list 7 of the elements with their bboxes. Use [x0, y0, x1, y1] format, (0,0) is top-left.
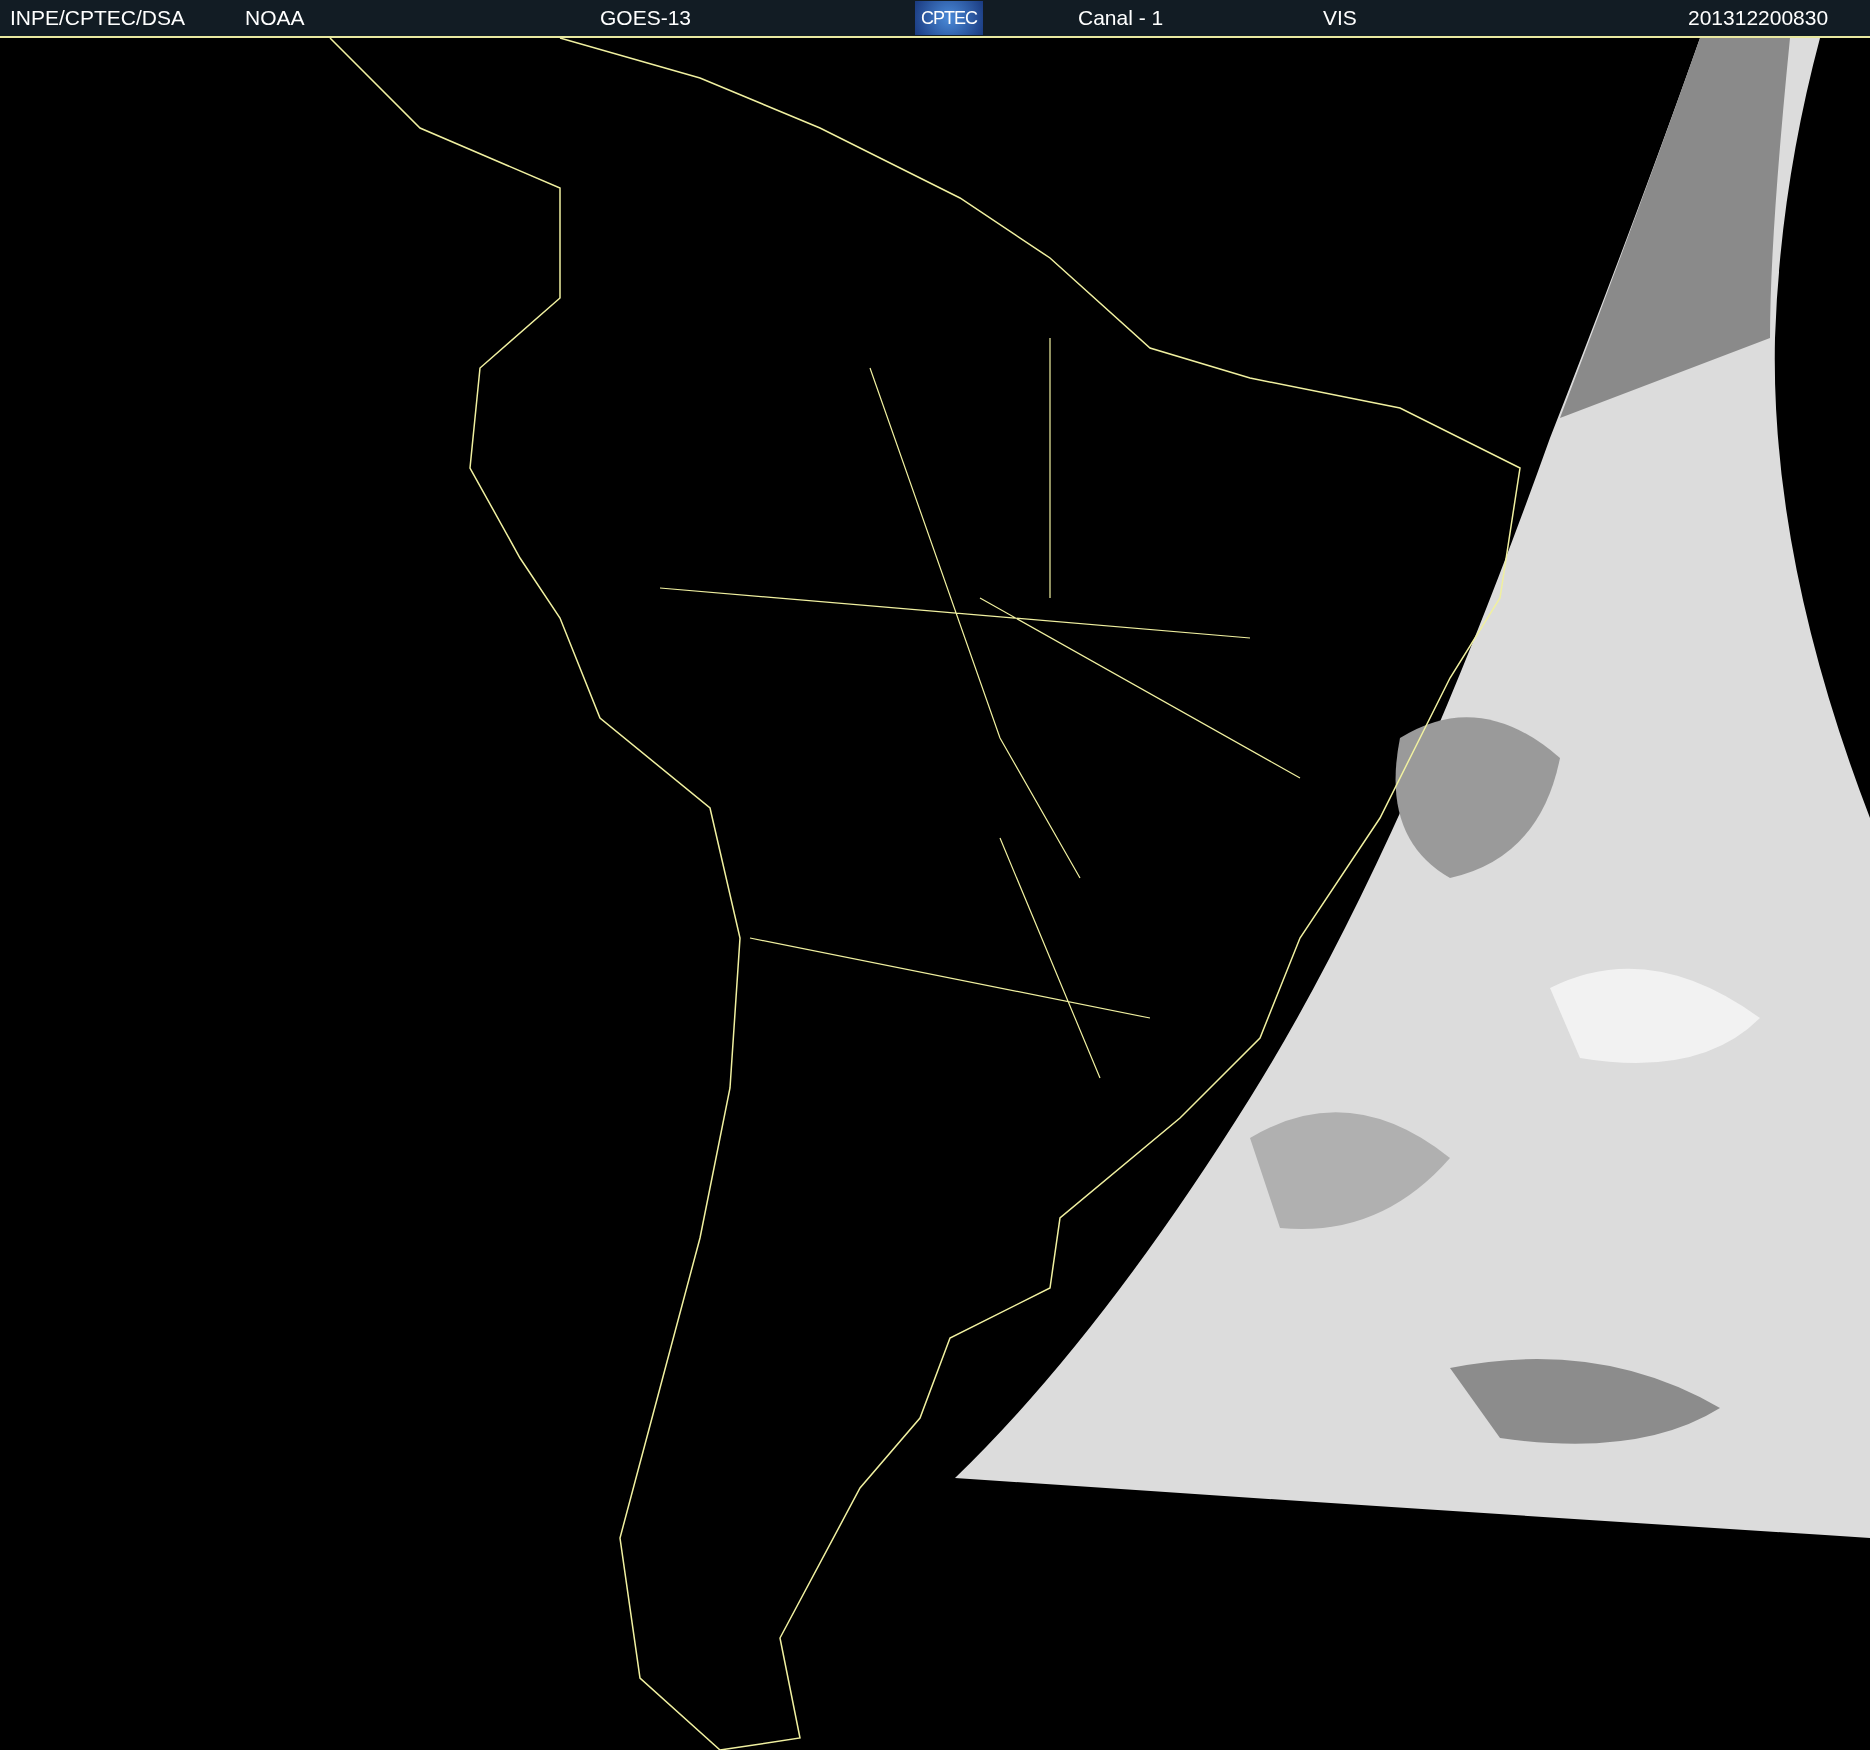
satellite-label: GOES-13 — [600, 6, 693, 30]
band-label: VIS — [1323, 6, 1358, 30]
agency-label: NOAA — [245, 6, 306, 30]
source-label: INPE/CPTEC/DSA — [10, 6, 187, 30]
channel-label: Canal - 1 — [1078, 6, 1165, 30]
logo: CPTEC — [915, 1, 983, 35]
timestamp-label: 201312200830 — [1688, 6, 1829, 30]
